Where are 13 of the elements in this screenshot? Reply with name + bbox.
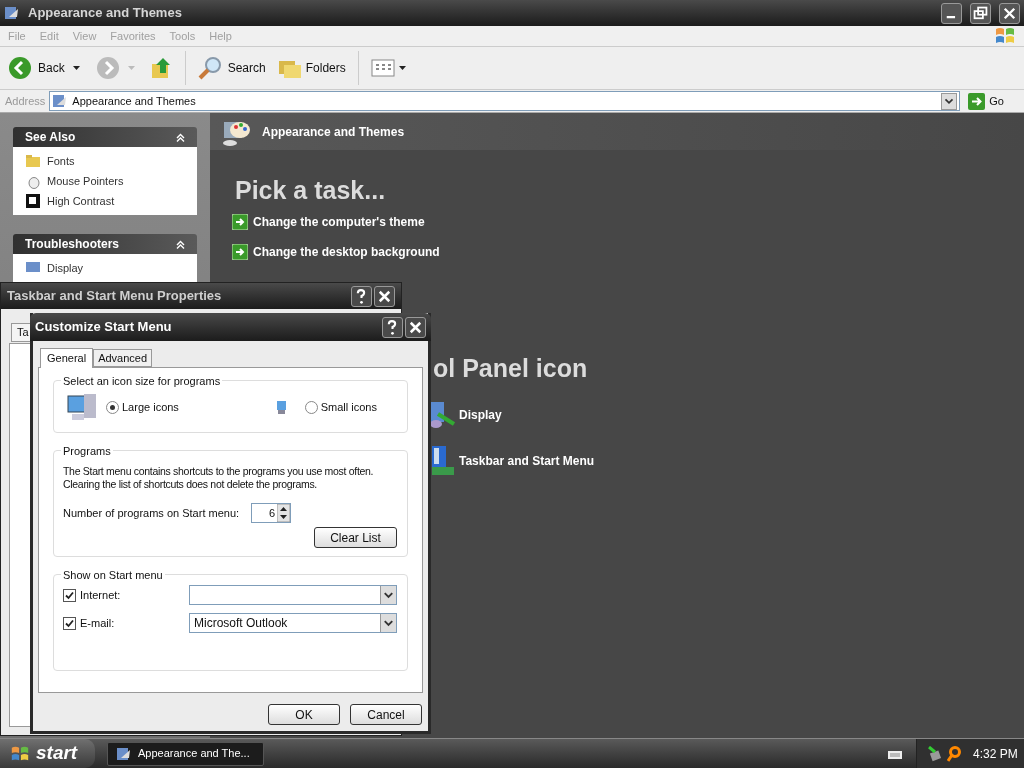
task-heading: Pick a task... — [234, 175, 387, 205]
address-label: Address — [5, 93, 46, 109]
checkbox-label: Internet: — [80, 587, 122, 603]
field-label: Number of programs on Start menu: — [63, 505, 240, 521]
checkbox-label: E-mail: — [80, 615, 116, 631]
description-text: The Start menu contains shortcuts to the programs you use most often. Clearing the list of shortcuts does not delete the programs. — [63, 465, 375, 491]
section-title: Appearance and Themes — [262, 123, 405, 141]
dialog-title: Taskbar and Start Menu Properties — [7, 287, 223, 306]
radio-label: Large icons — [122, 400, 179, 416]
dialog-title: Customize Start Menu — [35, 318, 173, 337]
clock: 4:32 PM — [973, 745, 1018, 763]
window-title: Appearance and Themes — [28, 4, 182, 23]
radio-label: Small icons — [320, 400, 377, 416]
